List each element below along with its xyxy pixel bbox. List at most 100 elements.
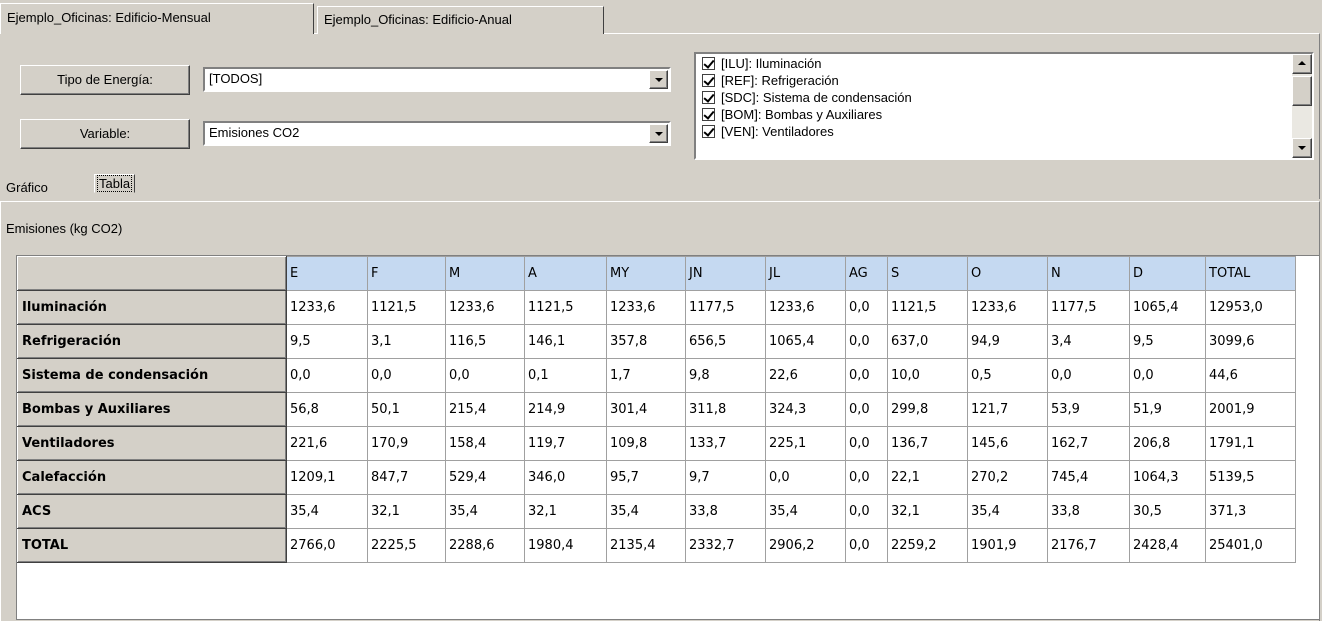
table-row[interactable]: Sistema de condensación 0,0 0,0 0,0 0,1 1,7 9,…: [17, 358, 1296, 393]
variable-button[interactable]: Variable:: [20, 119, 190, 149]
table-cell[interactable]: 10,0: [887, 358, 968, 393]
table-cell[interactable]: 1980,4: [524, 528, 607, 563]
table-row[interactable]: Iluminación 1233,6 1121,5 1233,6 1121,5 1233,…: [17, 290, 1296, 325]
table-cell[interactable]: 50,1: [367, 392, 446, 427]
table-cell[interactable]: 2766,0: [286, 528, 368, 563]
table-cell[interactable]: 0,1: [524, 358, 607, 393]
column-header[interactable]: D: [1129, 256, 1206, 291]
table-cell[interactable]: 119,7: [524, 426, 607, 461]
tab-edificio-anual[interactable]: Ejemplo_Oficinas: Edificio-Anual: [317, 6, 604, 34]
variable-select[interactable]: Emisiones CO2: [203, 121, 671, 146]
table-cell[interactable]: 53,9: [1047, 392, 1130, 427]
table-cell[interactable]: 1233,6: [606, 290, 686, 325]
scroll-up-icon[interactable]: [1292, 54, 1312, 74]
table-cell[interactable]: 22,6: [765, 358, 846, 393]
table-cell[interactable]: 0,0: [845, 392, 888, 427]
table-cell[interactable]: 2001,9: [1205, 392, 1296, 427]
table-cell[interactable]: 3,4: [1047, 324, 1130, 359]
table-cell[interactable]: 0,0: [845, 426, 888, 461]
table-cell[interactable]: 116,5: [445, 324, 525, 359]
table-cell[interactable]: 1233,6: [286, 290, 368, 325]
table-cell[interactable]: 162,7: [1047, 426, 1130, 461]
column-header[interactable]: MY: [606, 256, 686, 291]
column-header[interactable]: JN: [685, 256, 766, 291]
scroll-down-icon[interactable]: [1292, 138, 1312, 158]
table-cell[interactable]: 0,0: [1129, 358, 1206, 393]
checklist-item-ilu[interactable]: [ILU]: Iluminación: [702, 56, 821, 73]
table-cell[interactable]: 158,4: [445, 426, 525, 461]
table-cell[interactable]: 0,0: [367, 358, 446, 393]
table-cell[interactable]: 56,8: [286, 392, 368, 427]
column-header[interactable]: JL: [765, 256, 846, 291]
table-cell[interactable]: 35,4: [606, 494, 686, 529]
table-cell[interactable]: 5139,5: [1205, 460, 1296, 495]
table-cell[interactable]: 1064,3: [1129, 460, 1206, 495]
table-cell[interactable]: 529,4: [445, 460, 525, 495]
table-cell[interactable]: 121,7: [967, 392, 1048, 427]
column-header[interactable]: S: [887, 256, 968, 291]
table-cell[interactable]: 35,4: [765, 494, 846, 529]
checkbox-icon[interactable]: [702, 57, 715, 70]
table-cell[interactable]: 44,6: [1205, 358, 1296, 393]
table-cell[interactable]: 221,6: [286, 426, 368, 461]
table-cell[interactable]: 3099,6: [1205, 324, 1296, 359]
checklist-scrollbar[interactable]: [1292, 54, 1312, 158]
table-cell[interactable]: 1065,4: [765, 324, 846, 359]
row-header[interactable]: Ventiladores: [17, 426, 287, 461]
table-cell[interactable]: 1121,5: [367, 290, 446, 325]
table-cell[interactable]: 215,4: [445, 392, 525, 427]
energy-type-button[interactable]: Tipo de Energía:: [20, 65, 190, 95]
table-cell[interactable]: 25401,0: [1205, 528, 1296, 563]
table-cell[interactable]: 35,4: [286, 494, 368, 529]
table-row[interactable]: Ventiladores 221,6 170,9 158,4 119,7 109,8 133…: [17, 426, 1296, 461]
table-cell[interactable]: 656,5: [685, 324, 766, 359]
table-cell[interactable]: 2428,4: [1129, 528, 1206, 563]
checkbox-icon[interactable]: [702, 91, 715, 104]
row-header[interactable]: Iluminación: [17, 290, 287, 325]
checkbox-icon[interactable]: [702, 125, 715, 138]
table-cell[interactable]: 1121,5: [524, 290, 607, 325]
table-row[interactable]: ACS 35,4 32,1 35,4 32,1 35,4 33,8 35,4 0,0 32,1 35…: [17, 494, 1296, 529]
data-grid[interactable]: E F M A MY JN JL AG S O N D TOTAL Ilumin…: [16, 255, 1320, 620]
tab-grafico[interactable]: Gráfico: [6, 180, 48, 195]
table-cell[interactable]: 35,4: [445, 494, 525, 529]
table-cell[interactable]: 1791,1: [1205, 426, 1296, 461]
table-cell[interactable]: 94,9: [967, 324, 1048, 359]
table-cell[interactable]: 357,8: [606, 324, 686, 359]
table-cell[interactable]: 745,4: [1047, 460, 1130, 495]
table-row[interactable]: Bombas y Auxiliares 56,8 50,1 215,4 214,9 301…: [17, 392, 1296, 427]
table-cell[interactable]: 2135,4: [606, 528, 686, 563]
column-header[interactable]: N: [1047, 256, 1130, 291]
table-cell[interactable]: 1177,5: [685, 290, 766, 325]
energy-type-select[interactable]: [TODOS]: [203, 67, 671, 92]
tab-edificio-mensual[interactable]: Ejemplo_Oficinas: Edificio-Mensual: [0, 3, 314, 34]
checkbox-icon[interactable]: [702, 108, 715, 121]
column-header[interactable]: O: [967, 256, 1048, 291]
corner-cell[interactable]: [17, 256, 287, 291]
table-cell[interactable]: 1233,6: [967, 290, 1048, 325]
table-cell[interactable]: 0,0: [286, 358, 368, 393]
table-cell[interactable]: 1121,5: [887, 290, 968, 325]
row-header[interactable]: Calefacción: [17, 460, 287, 495]
table-cell[interactable]: 35,4: [967, 494, 1048, 529]
table-cell[interactable]: 145,6: [967, 426, 1048, 461]
column-header[interactable]: AG: [845, 256, 888, 291]
row-header[interactable]: Bombas y Auxiliares: [17, 392, 287, 427]
table-cell[interactable]: 847,7: [367, 460, 446, 495]
row-header[interactable]: Sistema de condensación: [17, 358, 287, 393]
table-cell[interactable]: 1065,4: [1129, 290, 1206, 325]
table-cell[interactable]: 637,0: [887, 324, 968, 359]
table-cell[interactable]: 2906,2: [765, 528, 846, 563]
tab-tabla[interactable]: Tabla: [94, 174, 136, 193]
table-cell[interactable]: 324,3: [765, 392, 846, 427]
column-header[interactable]: M: [445, 256, 525, 291]
table-cell[interactable]: 9,8: [685, 358, 766, 393]
column-header[interactable]: TOTAL: [1205, 256, 1296, 291]
table-cell[interactable]: 311,8: [685, 392, 766, 427]
checkbox-icon[interactable]: [702, 74, 715, 87]
table-cell[interactable]: 146,1: [524, 324, 607, 359]
column-header[interactable]: E: [286, 256, 368, 291]
table-cell[interactable]: 1233,6: [765, 290, 846, 325]
column-header[interactable]: A: [524, 256, 607, 291]
table-cell[interactable]: 270,2: [967, 460, 1048, 495]
